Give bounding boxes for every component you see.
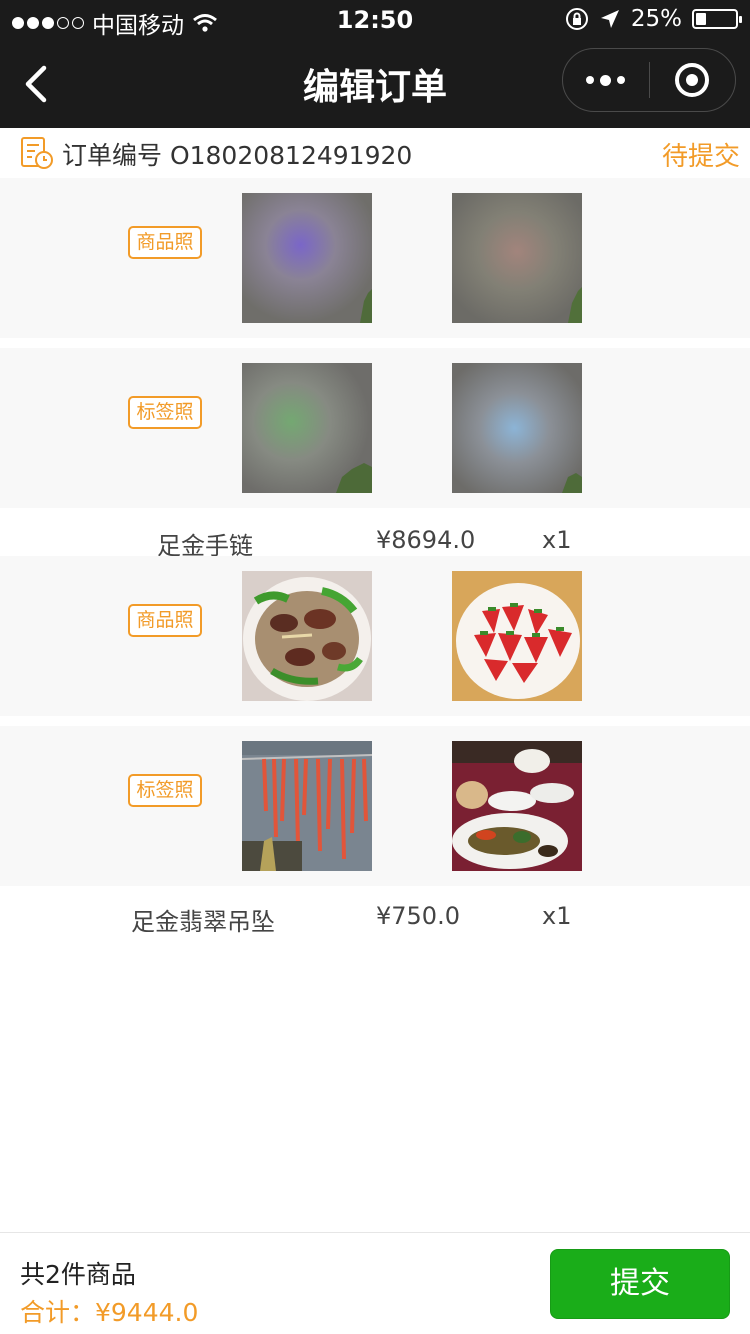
product-photo[interactable]	[242, 193, 372, 323]
order-number: 订单编号 O18020812491920	[62, 141, 413, 170]
product-photo-row: 商品照	[0, 178, 750, 338]
submit-button[interactable]: 提交	[550, 1249, 730, 1319]
status-bar: 中国移动 12:50 25%	[0, 0, 750, 40]
target-circle-icon	[675, 63, 710, 97]
more-dots-icon	[586, 74, 626, 86]
product-photo[interactable]	[452, 193, 582, 323]
close-mini-program-button[interactable]	[650, 49, 736, 111]
label-photo[interactable]	[242, 741, 372, 871]
label-photo[interactable]	[242, 363, 372, 493]
label-photo-tag: 标签照	[128, 774, 202, 807]
product-photo-tag: 商品照	[128, 604, 202, 637]
label-photo-row: 标签照	[0, 348, 750, 508]
item-price: ¥750.0	[376, 902, 460, 930]
battery-icon	[692, 9, 742, 29]
mini-program-capsule	[562, 48, 736, 112]
status-right: 25%	[565, 6, 742, 32]
item-count: 共2件商品	[20, 1260, 136, 1289]
product-photo-tag: 商品照	[128, 226, 202, 259]
item-quantity: x1	[542, 902, 572, 930]
order-header: 订单编号 O18020812491920 待提交	[0, 128, 750, 178]
label-photo[interactable]	[452, 741, 582, 871]
battery-level	[696, 13, 706, 25]
item-quantity: x1	[542, 526, 572, 554]
item-info-row: 足金手链 ¥8694.0 x1	[0, 514, 750, 562]
food-dish-photo	[242, 571, 372, 701]
label-photo[interactable]	[452, 363, 582, 493]
hanging-sausage-photo	[242, 741, 372, 871]
order-document-icon	[21, 137, 53, 169]
product-photo[interactable]	[242, 571, 372, 701]
dining-table-photo	[452, 741, 582, 871]
order-total: 合计：¥9444.0	[20, 1298, 199, 1327]
product-photo-row: 商品照	[0, 556, 750, 716]
blurred-photo-green	[242, 363, 372, 493]
blurred-photo-blue	[452, 363, 582, 493]
label-photo-row: 标签照	[0, 726, 750, 886]
blurred-photo-red	[452, 193, 582, 323]
rotation-lock-icon	[565, 8, 588, 30]
strawberry-bowl-photo	[452, 571, 582, 701]
product-photo[interactable]	[452, 571, 582, 701]
item-price: ¥8694.0	[376, 526, 476, 554]
more-button[interactable]	[563, 49, 649, 111]
item-info-row: 足金翡翠吊坠 ¥750.0 x1	[0, 890, 750, 938]
battery-percent: 25%	[630, 6, 682, 32]
item-name: 足金翡翠吊坠	[131, 908, 275, 936]
navigation-bar: 编辑订单	[0, 40, 750, 128]
order-status-badge: 待提交	[661, 142, 740, 172]
label-photo-tag: 标签照	[128, 396, 202, 429]
blurred-photo-purple	[242, 193, 372, 323]
checkout-footer: 共2件商品 合计：¥9444.0 提交	[0, 1232, 750, 1334]
location-arrow-icon	[600, 10, 619, 28]
